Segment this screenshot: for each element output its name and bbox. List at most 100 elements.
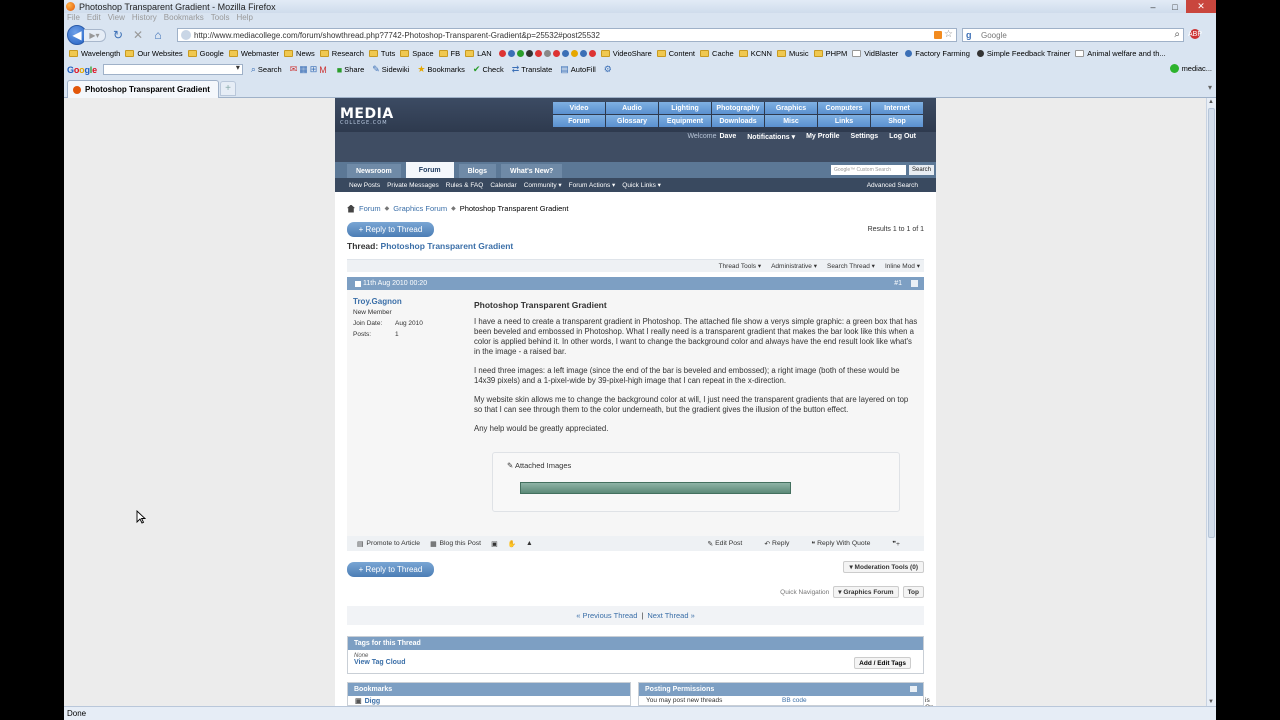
minimize-button[interactable]: –: [1142, 0, 1164, 13]
advanced-search-link[interactable]: Advanced Search: [867, 182, 918, 189]
google-engine-icon[interactable]: g: [966, 30, 977, 41]
toolbar-signed-in[interactable]: mediac...: [1169, 64, 1212, 73]
scroll-up-icon[interactable]: ▲: [1208, 99, 1214, 105]
settings-link[interactable]: Settings: [851, 133, 879, 141]
toolbar-sidewiki[interactable]: ✎ Sidewiki: [372, 64, 409, 75]
inline-mod-menu[interactable]: Inline Mod ▾: [885, 262, 920, 270]
nav-video[interactable]: Video: [553, 102, 605, 114]
nav-misc[interactable]: Misc: [765, 115, 817, 127]
toolbar-check[interactable]: ✔ Check: [473, 64, 504, 75]
bookmark-item[interactable]: Wavelength: [69, 49, 120, 58]
bookmark-item[interactable]: PHPM: [813, 49, 847, 58]
nav-forum[interactable]: Forum: [553, 115, 605, 127]
blog-this-post-button[interactable]: ▦ Blog this Post: [430, 540, 481, 548]
bookmark-item[interactable]: Content: [656, 49, 695, 58]
nav-links[interactable]: Links: [818, 115, 870, 127]
subnav-quick-links[interactable]: Quick Links ▾: [622, 181, 661, 189]
digg-link[interactable]: ▣ Digg: [348, 697, 630, 705]
bookmark-item[interactable]: VidBlaster: [852, 49, 898, 58]
bookmark-item[interactable]: News: [284, 49, 315, 58]
bookmark-item[interactable]: LAN: [465, 49, 492, 58]
multi-quote-icon[interactable]: ❞+: [892, 540, 900, 548]
adblock-icon[interactable]: ABP: [1188, 29, 1202, 39]
collapse-icon[interactable]: [910, 686, 917, 692]
bookmark-icons-row[interactable]: [497, 49, 596, 57]
tab-whats-new[interactable]: What's New?: [501, 164, 563, 178]
administrative-menu[interactable]: Administrative ▾: [771, 262, 817, 270]
bookmark-item[interactable]: KCNN: [738, 49, 772, 58]
quick-nav-forum-select[interactable]: ▾ Graphics Forum: [833, 586, 899, 598]
tab-blogs[interactable]: Blogs: [458, 164, 497, 178]
close-button[interactable]: ✕: [1186, 0, 1216, 13]
bookmark-item[interactable]: Simple Feedback Trainer: [975, 49, 1070, 58]
site-logo[interactable]: MEDIA COLLEGE.COM: [340, 106, 394, 126]
menu-file[interactable]: File: [67, 13, 80, 25]
nav-shop[interactable]: Shop: [871, 115, 923, 127]
toolbar-autofill[interactable]: ▤ AutoFill: [560, 64, 596, 75]
promote-to-article-button[interactable]: ▤ Promote to Article: [357, 540, 420, 548]
bookmark-item[interactable]: Webmaster: [228, 49, 279, 58]
nav-graphics[interactable]: Graphics: [765, 102, 817, 114]
previous-thread-link[interactable]: « Previous Thread: [576, 611, 637, 620]
scrollbar-thumb[interactable]: [1208, 108, 1215, 538]
scroll-down-icon[interactable]: ▼: [1208, 699, 1214, 705]
site-search-input[interactable]: Google™ Custom Search: [831, 165, 906, 175]
menu-view[interactable]: View: [108, 13, 125, 25]
bookmark-item[interactable]: FB: [438, 49, 460, 58]
toolbar-icons[interactable]: ✉ ▦ ⊞ M: [290, 64, 329, 75]
thread-tools-menu[interactable]: Thread Tools ▾: [719, 262, 762, 270]
breadcrumb-graphics-forum[interactable]: Graphics Forum: [393, 204, 447, 213]
view-tag-cloud-link[interactable]: View Tag Cloud: [348, 659, 923, 666]
maximize-button[interactable]: □: [1164, 0, 1186, 13]
thumbs-icon[interactable]: ✋: [507, 540, 515, 548]
bb-code-link[interactable]: BB code: [782, 697, 807, 704]
search-icon[interactable]: ⌕: [1174, 29, 1180, 40]
reload-icon[interactable]: ↻: [110, 27, 126, 43]
nav-computers[interactable]: Computers: [818, 102, 870, 114]
post-number-link[interactable]: #1: [894, 280, 902, 287]
attached-image-thumbnail[interactable]: [520, 482, 791, 494]
site-identity-icon[interactable]: [181, 30, 191, 40]
note-icon[interactable]: ▣: [491, 540, 497, 548]
tab-forum[interactable]: Forum: [405, 162, 454, 178]
tab-list-icon[interactable]: ▾: [1208, 83, 1212, 92]
user-link[interactable]: Dave: [720, 133, 737, 141]
google-toolbar-search-input[interactable]: [102, 63, 243, 75]
post-select-checkbox[interactable]: [911, 280, 918, 287]
reply-to-thread-button[interactable]: + Reply to Thread: [347, 222, 434, 237]
bookmark-item[interactable]: Tuts: [368, 49, 395, 58]
nav-audio[interactable]: Audio: [606, 102, 658, 114]
moderation-tools-button[interactable]: ▾ Moderation Tools (0): [843, 561, 924, 573]
reply-button[interactable]: ↶ Reply: [764, 540, 789, 548]
rss-icon[interactable]: [934, 31, 942, 39]
bookmark-item[interactable]: Cache: [700, 49, 734, 58]
menu-history[interactable]: History: [132, 13, 157, 25]
bookmark-item[interactable]: VideoShare: [600, 49, 652, 58]
username-link[interactable]: Troy.Gagnon: [353, 296, 463, 307]
bookmark-item[interactable]: Animal welfare and th...: [1075, 49, 1166, 58]
home-icon[interactable]: [347, 204, 355, 213]
site-search-button[interactable]: Search: [909, 165, 934, 175]
home-icon[interactable]: ⌂: [150, 27, 166, 43]
search-thread-menu[interactable]: Search Thread ▾: [827, 262, 875, 270]
tab-newsroom[interactable]: Newsroom: [347, 164, 401, 178]
add-edit-tags-button[interactable]: Add / Edit Tags: [854, 657, 911, 669]
bookmark-item[interactable]: Space: [400, 49, 434, 58]
menu-help[interactable]: Help: [236, 13, 252, 25]
nav-glossary[interactable]: Glossary: [606, 115, 658, 127]
vertical-scrollbar[interactable]: ▲ ▼: [1206, 98, 1216, 706]
reply-to-thread-button-bottom[interactable]: + Reply to Thread: [347, 562, 434, 577]
bookmark-item[interactable]: Factory Farming: [903, 49, 970, 58]
toolbar-bookmarks[interactable]: ★ Bookmarks: [417, 64, 465, 75]
stop-icon[interactable]: ✕: [130, 27, 146, 43]
logout-link[interactable]: Log Out: [889, 133, 916, 141]
address-bar[interactable]: http://www.mediacollege.com/forum/showth…: [177, 28, 957, 42]
search-input[interactable]: g Google ⌕: [962, 28, 1184, 42]
thread-title-link[interactable]: Photoshop Transparent Gradient: [381, 241, 514, 251]
toolbar-settings-icon[interactable]: ⚙: [604, 64, 614, 75]
bookmark-star-icon[interactable]: ☆: [944, 29, 953, 40]
subnav-private-messages[interactable]: Private Messages: [387, 182, 439, 189]
nav-photography[interactable]: Photography: [712, 102, 764, 114]
menu-bookmarks[interactable]: Bookmarks: [164, 13, 204, 25]
my-profile-link[interactable]: My Profile: [806, 133, 839, 141]
